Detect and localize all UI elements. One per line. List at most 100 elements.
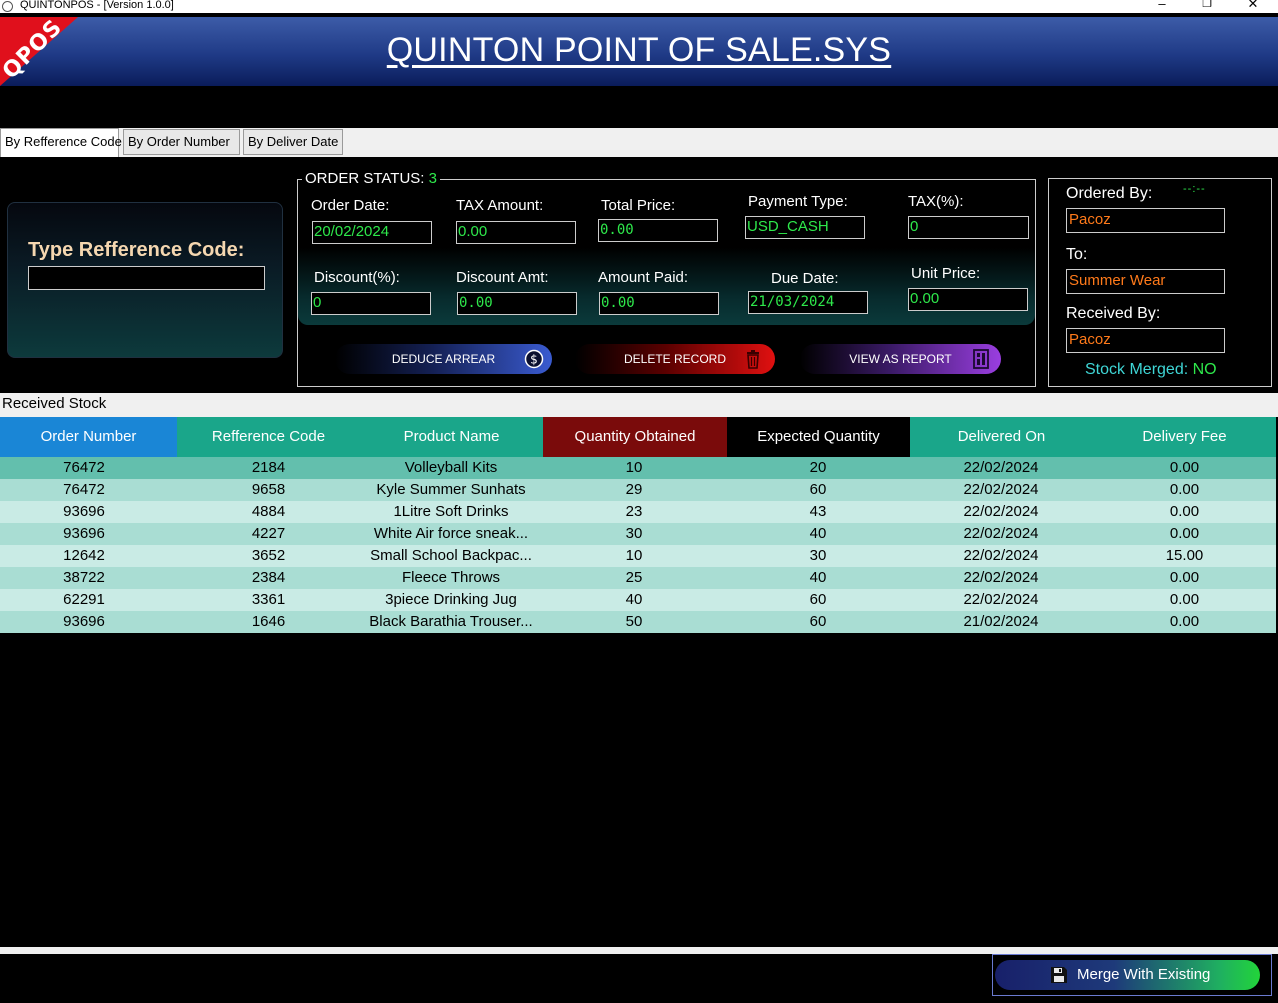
tax-amount-field[interactable]: 0.00 <box>456 221 576 244</box>
order-status-value: 3 <box>428 170 437 187</box>
total-price-field[interactable]: 0.00 <box>598 219 718 242</box>
cell-delivery-fee: 0.00 <box>1169 591 1200 608</box>
deduce-arrear-label: DEDUCE ARREAR <box>391 352 496 366</box>
discount-percent-label: Discount(%): <box>314 269 400 286</box>
column-header-reference-code[interactable]: Refference Code <box>177 417 360 457</box>
search-mode-tabs: By Refference Code By Order Number By De… <box>0 128 1278 157</box>
discount-amount-field[interactable]: 0.00 <box>457 292 577 315</box>
column-header-order-number[interactable]: Order Number <box>0 417 177 457</box>
column-header-delivery-fee[interactable]: Delivery Fee <box>1093 417 1276 457</box>
maximize-button[interactable]: ❐ <box>1197 0 1217 11</box>
cell-reference-code: 9658 <box>251 481 286 498</box>
cell-delivered-on: 22/02/2024 <box>963 547 1039 564</box>
table-row[interactable]: 93696 4884 1Litre Soft Drinks 23 43 22/02/202… <box>0 501 1276 523</box>
view-as-report-button[interactable]: VIEW AS REPORT <box>800 344 1001 374</box>
table-row[interactable]: 93696 1646 Black Barathia Trouser... 50 60 21… <box>0 611 1276 633</box>
order-date-label: Order Date: <box>311 197 390 214</box>
cell-quantity-obtained: 30 <box>625 525 643 542</box>
cell-expected-quantity: 20 <box>809 459 827 476</box>
ordered-by-field[interactable]: Pacoz <box>1066 208 1225 233</box>
cell-expected-quantity: 43 <box>809 503 827 520</box>
cell-order-number: 38722 <box>63 569 105 586</box>
cell-expected-quantity: 40 <box>809 569 827 586</box>
cell-reference-code: 2184 <box>251 459 286 476</box>
cell-expected-quantity: 40 <box>809 525 827 542</box>
payment-type-label: Payment Type: <box>748 193 848 210</box>
cell-delivered-on: 22/02/2024 <box>963 503 1039 520</box>
cell-delivered-on: 22/02/2024 <box>963 481 1039 498</box>
cell-quantity-obtained: 50 <box>625 613 643 630</box>
tab-by-order-number[interactable]: By Order Number <box>123 129 240 155</box>
cell-order-number: 76472 <box>63 459 105 476</box>
close-button[interactable]: ✕ <box>1243 0 1263 11</box>
received-by-label: Received By: <box>1066 305 1161 322</box>
reference-code-input[interactable] <box>28 266 265 290</box>
tax-percent-label: TAX(%): <box>908 193 964 210</box>
column-header-product-name[interactable]: Product Name <box>360 417 543 457</box>
due-date-field[interactable]: 21/03/2024 <box>748 291 868 314</box>
merge-with-existing-button[interactable]: Merge With Existing <box>992 954 1272 996</box>
table-row[interactable]: 76472 2184 Volleyball Kits 10 20 22/02/2024 0.… <box>0 457 1276 479</box>
discount-amount-label: Discount Amt: <box>456 269 549 286</box>
table-row[interactable]: 93696 4227 White Air force sneak... 30 40 22/… <box>0 523 1276 545</box>
cell-order-number: 76472 <box>63 481 105 498</box>
cell-quantity-obtained: 25 <box>625 569 643 586</box>
unit-price-field[interactable]: 0.00 <box>908 288 1028 311</box>
cell-expected-quantity: 60 <box>809 613 827 630</box>
tab-by-reference-code[interactable]: By Refference Code <box>0 128 122 157</box>
table-row[interactable]: 76472 9658 Kyle Summer Sunhats 29 60 22/02/20… <box>0 479 1276 501</box>
table-body: 76472 2184 Volleyball Kits 10 20 22/02/2024 0.… <box>0 457 1276 633</box>
cell-expected-quantity: 60 <box>809 591 827 608</box>
floppy-disk-icon <box>1051 967 1067 983</box>
cell-reference-code: 3361 <box>251 591 286 608</box>
cell-product-name: Fleece Throws <box>401 569 501 586</box>
cell-order-number: 93696 <box>63 503 105 520</box>
tax-amount-label: TAX Amount: <box>456 197 544 214</box>
table-row[interactable]: 62291 3361 3piece Drinking Jug 40 60 22/02/20… <box>0 589 1276 611</box>
received-by-field[interactable]: Pacoz <box>1066 328 1225 353</box>
table-row[interactable]: 12642 3652 Small School Backpac... 10 30 22/0… <box>0 545 1276 567</box>
report-icon <box>973 349 989 369</box>
table-caption: Received Stock <box>0 393 1278 417</box>
reference-code-label: Type Refference Code: <box>28 239 245 261</box>
cell-delivery-fee: 0.00 <box>1169 503 1200 520</box>
column-header-expected-quantity[interactable]: Expected Quantity <box>727 417 910 457</box>
cell-quantity-obtained: 29 <box>625 481 643 498</box>
cell-product-name: Small School Backpac... <box>370 547 532 564</box>
cell-delivered-on: 22/02/2024 <box>963 525 1039 542</box>
column-header-delivered-on[interactable]: Delivered On <box>910 417 1093 457</box>
table-row[interactable]: 38722 2384 Fleece Throws 25 40 22/02/2024 0.00 <box>0 567 1276 589</box>
trash-icon <box>747 350 759 369</box>
cell-product-name: 3piece Drinking Jug <box>385 591 517 608</box>
cell-product-name: Black Barathia Trouser... <box>369 613 533 630</box>
cell-quantity-obtained: 10 <box>625 459 643 476</box>
window-title-bar: QUINTONPOS - [Version 1.0.0] – ❐ ✕ <box>0 0 1278 13</box>
column-header-quantity-obtained[interactable]: Quantity Obtained <box>543 417 727 457</box>
order-date-field[interactable]: 20/02/2024 <box>312 221 432 244</box>
cell-quantity-obtained: 10 <box>625 547 643 564</box>
delete-record-label: DELETE RECORD <box>623 352 727 366</box>
delete-record-button[interactable]: DELETE RECORD <box>575 344 775 374</box>
tab-by-deliver-date[interactable]: By Deliver Date <box>243 129 343 155</box>
cell-product-name: Volleyball Kits <box>404 459 498 476</box>
due-date-label: Due Date: <box>771 270 839 287</box>
ordered-by-label: Ordered By: <box>1066 185 1153 202</box>
cell-order-number: 93696 <box>63 525 105 542</box>
to-field[interactable]: Summer Wear <box>1066 269 1225 294</box>
amount-paid-field[interactable]: 0.00 <box>599 292 719 315</box>
discount-percent-field[interactable]: 0 <box>311 292 431 315</box>
cell-delivered-on: 22/02/2024 <box>963 459 1039 476</box>
cell-product-name: Kyle Summer Sunhats <box>376 481 526 498</box>
app-header: QPOS QUINTON POINT OF SALE.SYS <box>0 17 1278 86</box>
payment-type-field[interactable]: USD_CASH <box>745 216 865 239</box>
cell-delivery-fee: 0.00 <box>1169 481 1200 498</box>
tax-percent-field[interactable]: 0 <box>908 216 1029 239</box>
order-status-legend: ORDER STATUS: 3 <box>302 170 440 187</box>
deduce-arrear-button[interactable]: DEDUCE ARREAR $ <box>335 344 552 374</box>
app-icon <box>2 1 13 12</box>
cell-reference-code: 1646 <box>251 613 286 630</box>
cell-quantity-obtained: 40 <box>625 591 643 608</box>
clock-display: --:-- <box>1183 183 1206 195</box>
minimize-button[interactable]: – <box>1152 0 1172 11</box>
cell-delivered-on: 22/02/2024 <box>963 591 1039 608</box>
